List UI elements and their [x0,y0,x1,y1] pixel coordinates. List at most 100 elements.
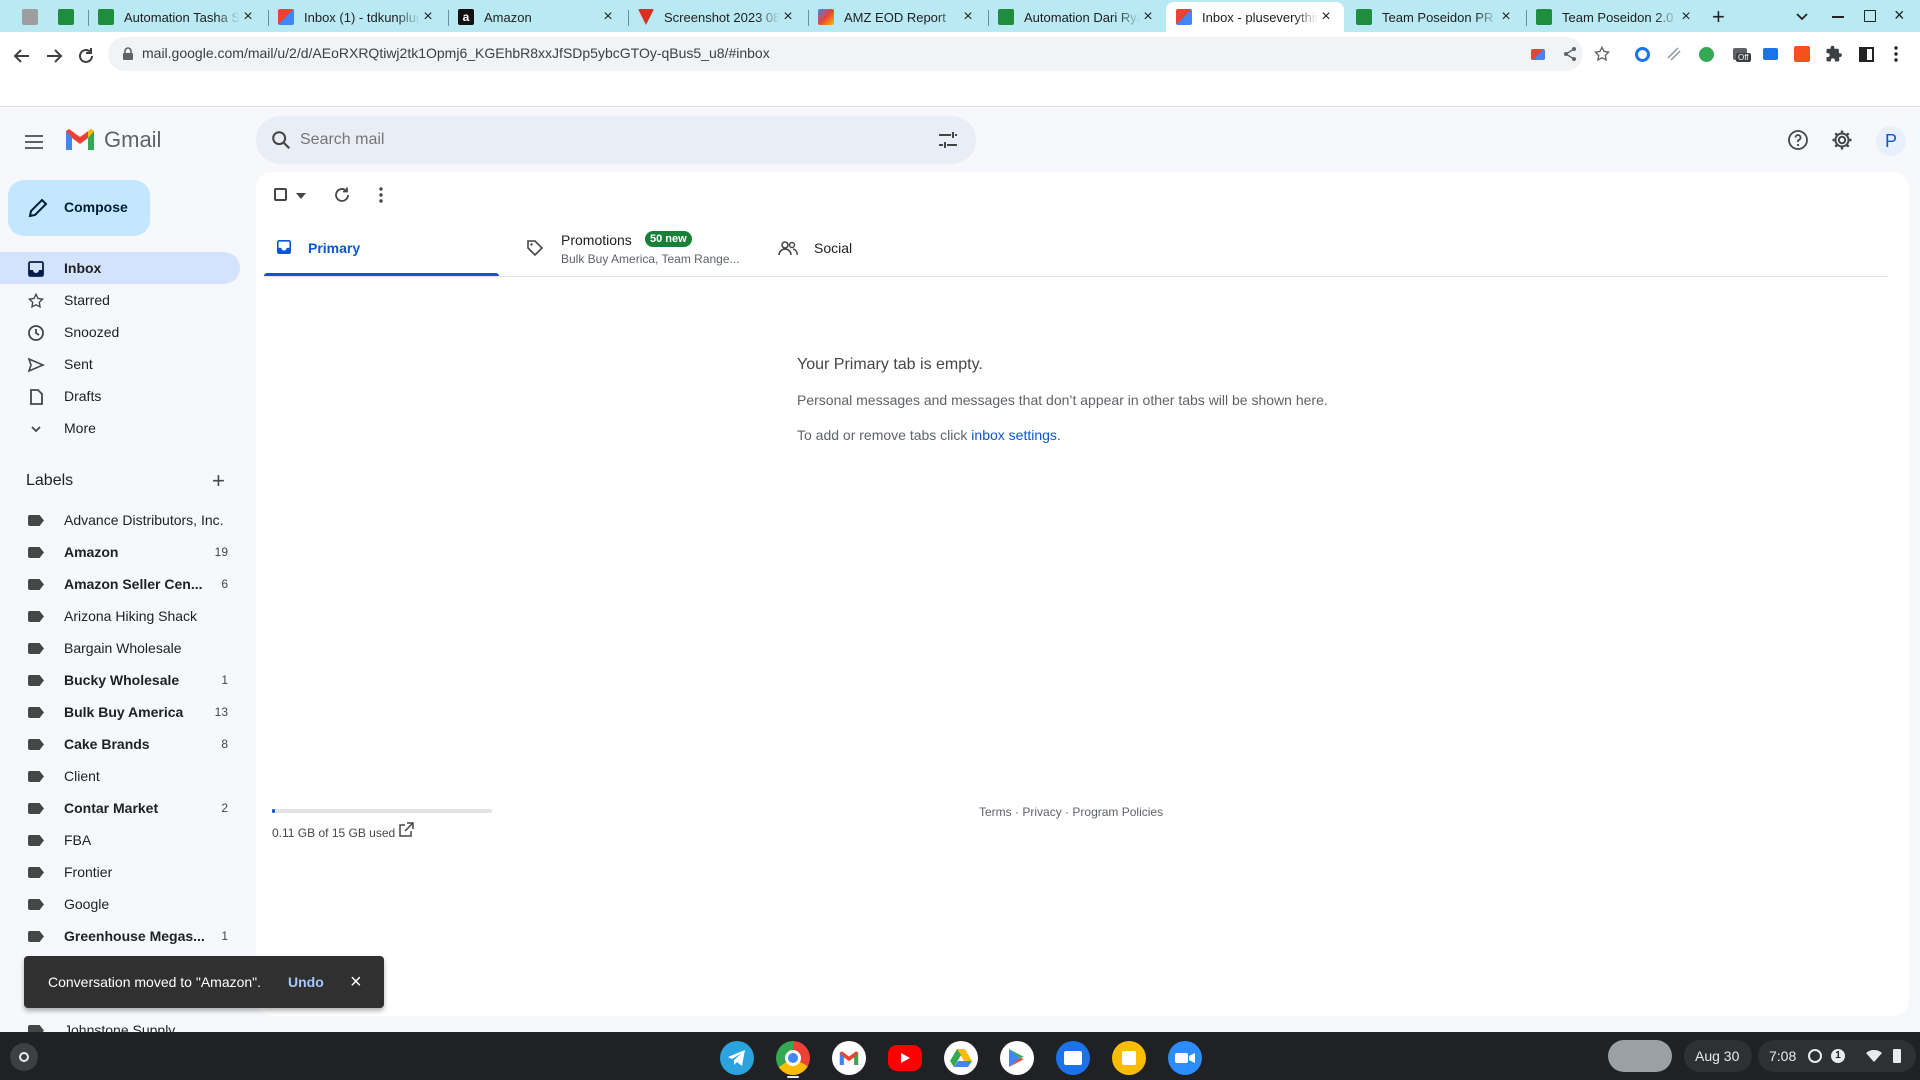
close-tab-icon[interactable]: × [1318,8,1334,26]
open-storage-icon[interactable] [398,822,414,838]
label-item[interactable]: Bulk Buy America 13 [0,696,240,728]
label-item[interactable]: Arizona Hiking Shack [0,600,240,632]
label-item[interactable]: Bargain Wholesale [0,632,240,664]
close-tab-icon[interactable]: × [780,8,796,26]
account-avatar[interactable]: P [1876,126,1906,156]
terms-link[interactable]: Terms [979,805,1012,819]
play-store-icon[interactable] [1000,1041,1034,1075]
settings-gear-icon[interactable] [1830,128,1854,152]
nav-inbox[interactable]: Inbox [0,252,240,284]
forward-icon[interactable] [40,42,68,70]
label-item[interactable]: Frontier [0,856,240,888]
date-tray[interactable]: Aug 30 [1684,1040,1752,1072]
minimize-icon[interactable] [1832,16,1844,18]
nav-sent[interactable]: Sent [0,348,240,380]
keep-icon[interactable] [1112,1041,1146,1075]
search-icon[interactable] [270,129,292,151]
browser-tab-sheets-pinned[interactable] [50,2,86,32]
inbox-settings-link[interactable]: inbox settings [971,427,1057,443]
close-tab-icon[interactable]: × [960,8,976,26]
telegram-icon[interactable] [720,1041,754,1075]
extension-off-icon[interactable]: Off [1728,44,1752,64]
extension-tool-icon[interactable] [1664,44,1684,64]
tab-social[interactable]: Social [770,224,1010,276]
extension-js-icon[interactable] [1792,44,1812,64]
browser-tab-active[interactable]: Inbox - pluseverything × [1166,2,1344,32]
close-tab-icon[interactable]: × [1678,8,1694,26]
label-item[interactable]: Client [0,760,240,792]
program-policies-link[interactable]: Program Policies [1072,805,1163,819]
browser-tab[interactable]: Team Poseidon 2.0 - × [1526,2,1704,32]
browser-tab[interactable]: Team Poseidon PR Sheets × [1346,2,1524,32]
label-item[interactable]: Advance Distributors, Inc. [0,504,240,536]
gmail-icon[interactable] [832,1041,866,1075]
tab-search-icon[interactable] [1794,8,1810,24]
tab-primary[interactable]: Primary [264,224,499,276]
close-tab-icon[interactable]: × [240,8,256,26]
back-icon[interactable] [8,42,36,70]
chrome-icon[interactable] [776,1041,810,1075]
browser-tab-pinned[interactable] [14,2,50,32]
select-all-checkbox[interactable] [274,188,287,201]
share-icon[interactable] [1560,44,1580,64]
launcher-icon[interactable] [10,1043,38,1071]
nav-snoozed[interactable]: Snoozed [0,316,240,348]
extensions-puzzle-icon[interactable] [1824,44,1844,64]
main-menu-icon[interactable] [22,130,46,154]
nav-more[interactable]: More [0,412,240,444]
close-tab-icon[interactable]: × [1498,8,1514,26]
reload-icon[interactable] [72,42,100,70]
label-item[interactable]: Amazon Seller Cen... 6 [0,568,240,600]
dismiss-snackbar-icon[interactable]: × [350,972,362,992]
create-label-icon[interactable]: + [212,470,225,492]
search-input[interactable] [300,128,860,152]
refresh-icon[interactable] [333,186,351,204]
support-icon[interactable] [1786,128,1810,152]
search-options-icon[interactable] [936,128,960,152]
search-bar[interactable] [256,116,976,164]
restore-icon[interactable] [1864,10,1876,22]
close-window-icon[interactable]: × [1894,5,1905,26]
privacy-link[interactable]: Privacy [1022,805,1061,819]
zoom-icon[interactable] [1168,1041,1202,1075]
drive-icon[interactable] [944,1041,978,1075]
new-tab-icon[interactable]: + [1712,4,1725,30]
browser-tab[interactable]: Inbox (1) - tdkunplugged × [268,2,446,32]
tab-promotions[interactable]: Promotions 50 new Bulk Buy America, Team… [520,224,760,276]
status-tray[interactable]: 7:08 1 [1758,1040,1916,1072]
url-text[interactable]: mail.google.com/mail/u/2/d/AEoRXRQtiwj2t… [142,45,770,61]
nav-starred[interactable]: Starred [0,284,240,316]
close-tab-icon[interactable]: × [420,8,436,26]
compose-button[interactable]: Compose [8,180,150,236]
label-item[interactable]: Bucky Wholesale 1 [0,664,240,696]
browser-tab[interactable]: Screenshot 2023 08 30 × [628,2,806,32]
label-item[interactable]: Greenhouse Megas... 1 [0,920,240,952]
more-options-icon[interactable] [379,187,383,203]
browser-tab[interactable]: a Amazon × [448,2,626,32]
label-item[interactable]: Google [0,888,240,920]
gmail-logo-icon[interactable] [64,127,96,153]
undo-button[interactable]: Undo [288,974,324,990]
label-item[interactable]: FBA [0,824,240,856]
holding-space-thumbnails[interactable] [1608,1040,1672,1072]
close-tab-icon[interactable]: × [1140,8,1156,26]
gmail-extension-icon[interactable] [1528,44,1548,64]
extension-zm-icon[interactable] [1760,44,1780,64]
label-item[interactable]: Amazon 19 [0,536,240,568]
browser-tab[interactable]: Automation Dari Ryan × [988,2,1166,32]
youtube-icon[interactable] [888,1045,922,1071]
close-tab-icon[interactable]: × [600,8,616,26]
nav-drafts[interactable]: Drafts [0,380,240,412]
label-item[interactable]: Johnstone Supply [0,1014,240,1032]
extension-blue-icon[interactable] [1632,44,1652,64]
browser-tab[interactable]: Automation Tasha Sheets × [88,2,266,32]
label-item[interactable]: Contar Market 2 [0,792,240,824]
extension-green-icon[interactable] [1696,44,1716,64]
side-panel-icon[interactable] [1856,44,1876,64]
label-item[interactable]: Cake Brands 8 [0,728,240,760]
site-info-icon[interactable] [121,47,135,61]
browser-tab[interactable]: AMZ EOD Report × [808,2,986,32]
select-dropdown-icon[interactable] [296,193,306,199]
browser-menu-icon[interactable] [1886,44,1906,64]
bookmark-star-icon[interactable] [1592,44,1612,64]
